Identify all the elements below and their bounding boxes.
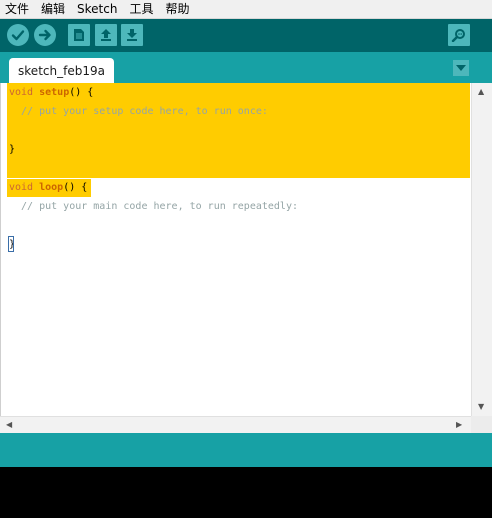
- function-name-loop: loop: [39, 182, 64, 193]
- code-line-setup: void setup() {: [9, 83, 93, 102]
- tab-bar: sketch_feb19a: [0, 52, 492, 83]
- open-up-arrow-icon: [101, 29, 111, 41]
- function-name-setup: setup: [39, 87, 70, 98]
- save-down-arrow-icon: [127, 29, 137, 41]
- scrollbar-corner: [471, 416, 492, 433]
- upload-arrow-icon: [38, 29, 51, 41]
- verify-button[interactable]: [7, 24, 29, 46]
- tab-menu-button[interactable]: [453, 60, 469, 76]
- chevron-down-icon: [456, 65, 466, 71]
- status-bar: [0, 433, 492, 467]
- keyword-void: void: [9, 87, 34, 98]
- upload-button[interactable]: [34, 24, 56, 46]
- scroll-right-icon[interactable]: ▶: [456, 420, 462, 430]
- open-button[interactable]: [95, 24, 117, 46]
- code-line-setup-comment: // put your setup code here, to run once…: [9, 106, 268, 117]
- menu-file[interactable]: 文件: [0, 1, 35, 17]
- setup-signature: () {: [69, 87, 94, 98]
- save-button[interactable]: [121, 24, 143, 46]
- tab-sketch[interactable]: sketch_feb19a: [9, 58, 114, 83]
- code-line-setup-close: }: [9, 144, 16, 155]
- keyword-void: void: [9, 182, 34, 193]
- scroll-left-icon[interactable]: ◀: [6, 420, 12, 430]
- serial-monitor-button[interactable]: [448, 24, 470, 46]
- verify-check-icon: [11, 30, 25, 41]
- serial-monitor-icon: [451, 29, 465, 42]
- tab-label: sketch_feb19a: [18, 63, 105, 78]
- scroll-down-icon[interactable]: ▼: [478, 402, 484, 412]
- new-sketch-button[interactable]: [68, 24, 90, 46]
- code-editor[interactable]: void setup() { // put your setup code he…: [0, 83, 472, 416]
- console-output[interactable]: [0, 467, 492, 518]
- menu-bar: 文件 编辑 Sketch 工具 帮助: [0, 0, 492, 19]
- horizontal-scrollbar[interactable]: ◀ ▶: [0, 416, 471, 433]
- scroll-up-icon[interactable]: ▲: [478, 87, 484, 97]
- menu-sketch[interactable]: Sketch: [71, 1, 123, 17]
- new-file-icon: [74, 29, 84, 41]
- toolbar: [0, 19, 492, 52]
- text-caret: [8, 236, 14, 252]
- loop-signature: () {: [63, 182, 88, 193]
- menu-help[interactable]: 帮助: [159, 1, 195, 17]
- menu-edit[interactable]: 编辑: [35, 1, 71, 17]
- menu-tools[interactable]: 工具: [123, 1, 159, 17]
- code-line-loop-comment: // put your main code here, to run repea…: [9, 201, 298, 212]
- vertical-scrollbar[interactable]: ▲ ▼: [471, 83, 492, 416]
- code-line-loop: void loop() {: [9, 178, 87, 197]
